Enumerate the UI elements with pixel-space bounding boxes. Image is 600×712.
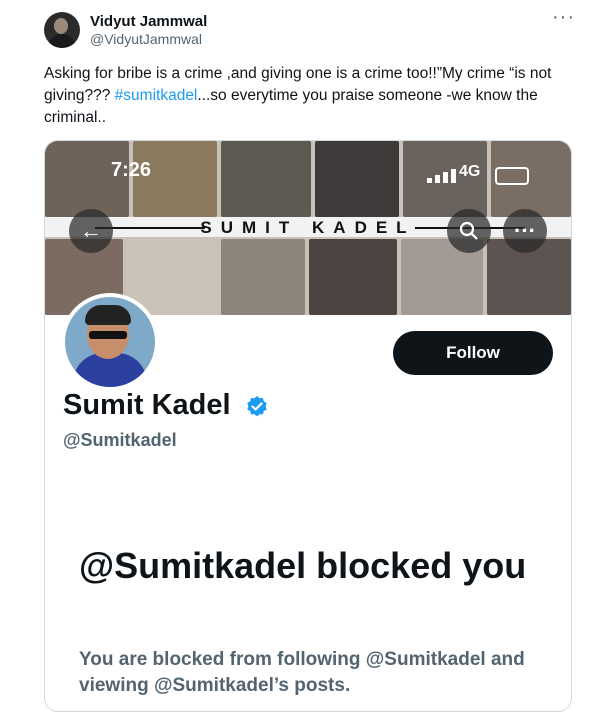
avatar-body (48, 34, 76, 48)
profile-handle: @Sumitkadel (63, 430, 177, 450)
more-horizontal-icon[interactable]: ··· (503, 209, 547, 253)
hashtag-link[interactable]: #sumitkadel (115, 87, 198, 104)
banner-photo (221, 141, 311, 217)
blocked-subtitle: You are blocked from following @Sumitkad… (79, 649, 525, 696)
more-options-icon[interactable]: ··· (552, 6, 575, 29)
signal-icon (427, 169, 463, 183)
tweet-text: Asking for bribe is a crime ,and giving … (44, 63, 574, 129)
author-name[interactable]: Vidyut Jammwal (90, 13, 207, 30)
back-arrow-icon[interactable]: ← (69, 209, 113, 253)
status-time: 7:26 (111, 159, 152, 181)
verified-badge-icon (247, 396, 267, 417)
banner-photo (221, 239, 305, 315)
avatar-glasses (89, 331, 127, 339)
tweet: Vidyut Jammwal @VidyutJammwal ··· Asking… (0, 0, 600, 712)
profile-name: Sumit Kadel (63, 389, 231, 421)
author-avatar[interactable] (44, 12, 80, 48)
battery-icon (495, 167, 529, 185)
banner-photo (309, 239, 397, 315)
network-label: 4G (459, 163, 481, 180)
attached-screenshot[interactable]: SUMIT KADEL 7:26 4G ← ··· Follow Sumit K… (44, 140, 572, 712)
banner-photo (315, 141, 399, 217)
avatar-face (54, 18, 68, 34)
banner-title: SUMIT KADEL (200, 218, 416, 237)
author-handle[interactable]: @VidyutJammwal (90, 31, 202, 47)
blocked-title: @Sumitkadel blocked you (79, 545, 527, 586)
profile-avatar[interactable] (61, 293, 159, 391)
avatar-hair (85, 305, 131, 325)
follow-button[interactable]: Follow (393, 331, 553, 375)
search-icon[interactable] (447, 209, 491, 253)
profile-banner: SUMIT KADEL 7:26 4G ← ··· (45, 141, 571, 315)
